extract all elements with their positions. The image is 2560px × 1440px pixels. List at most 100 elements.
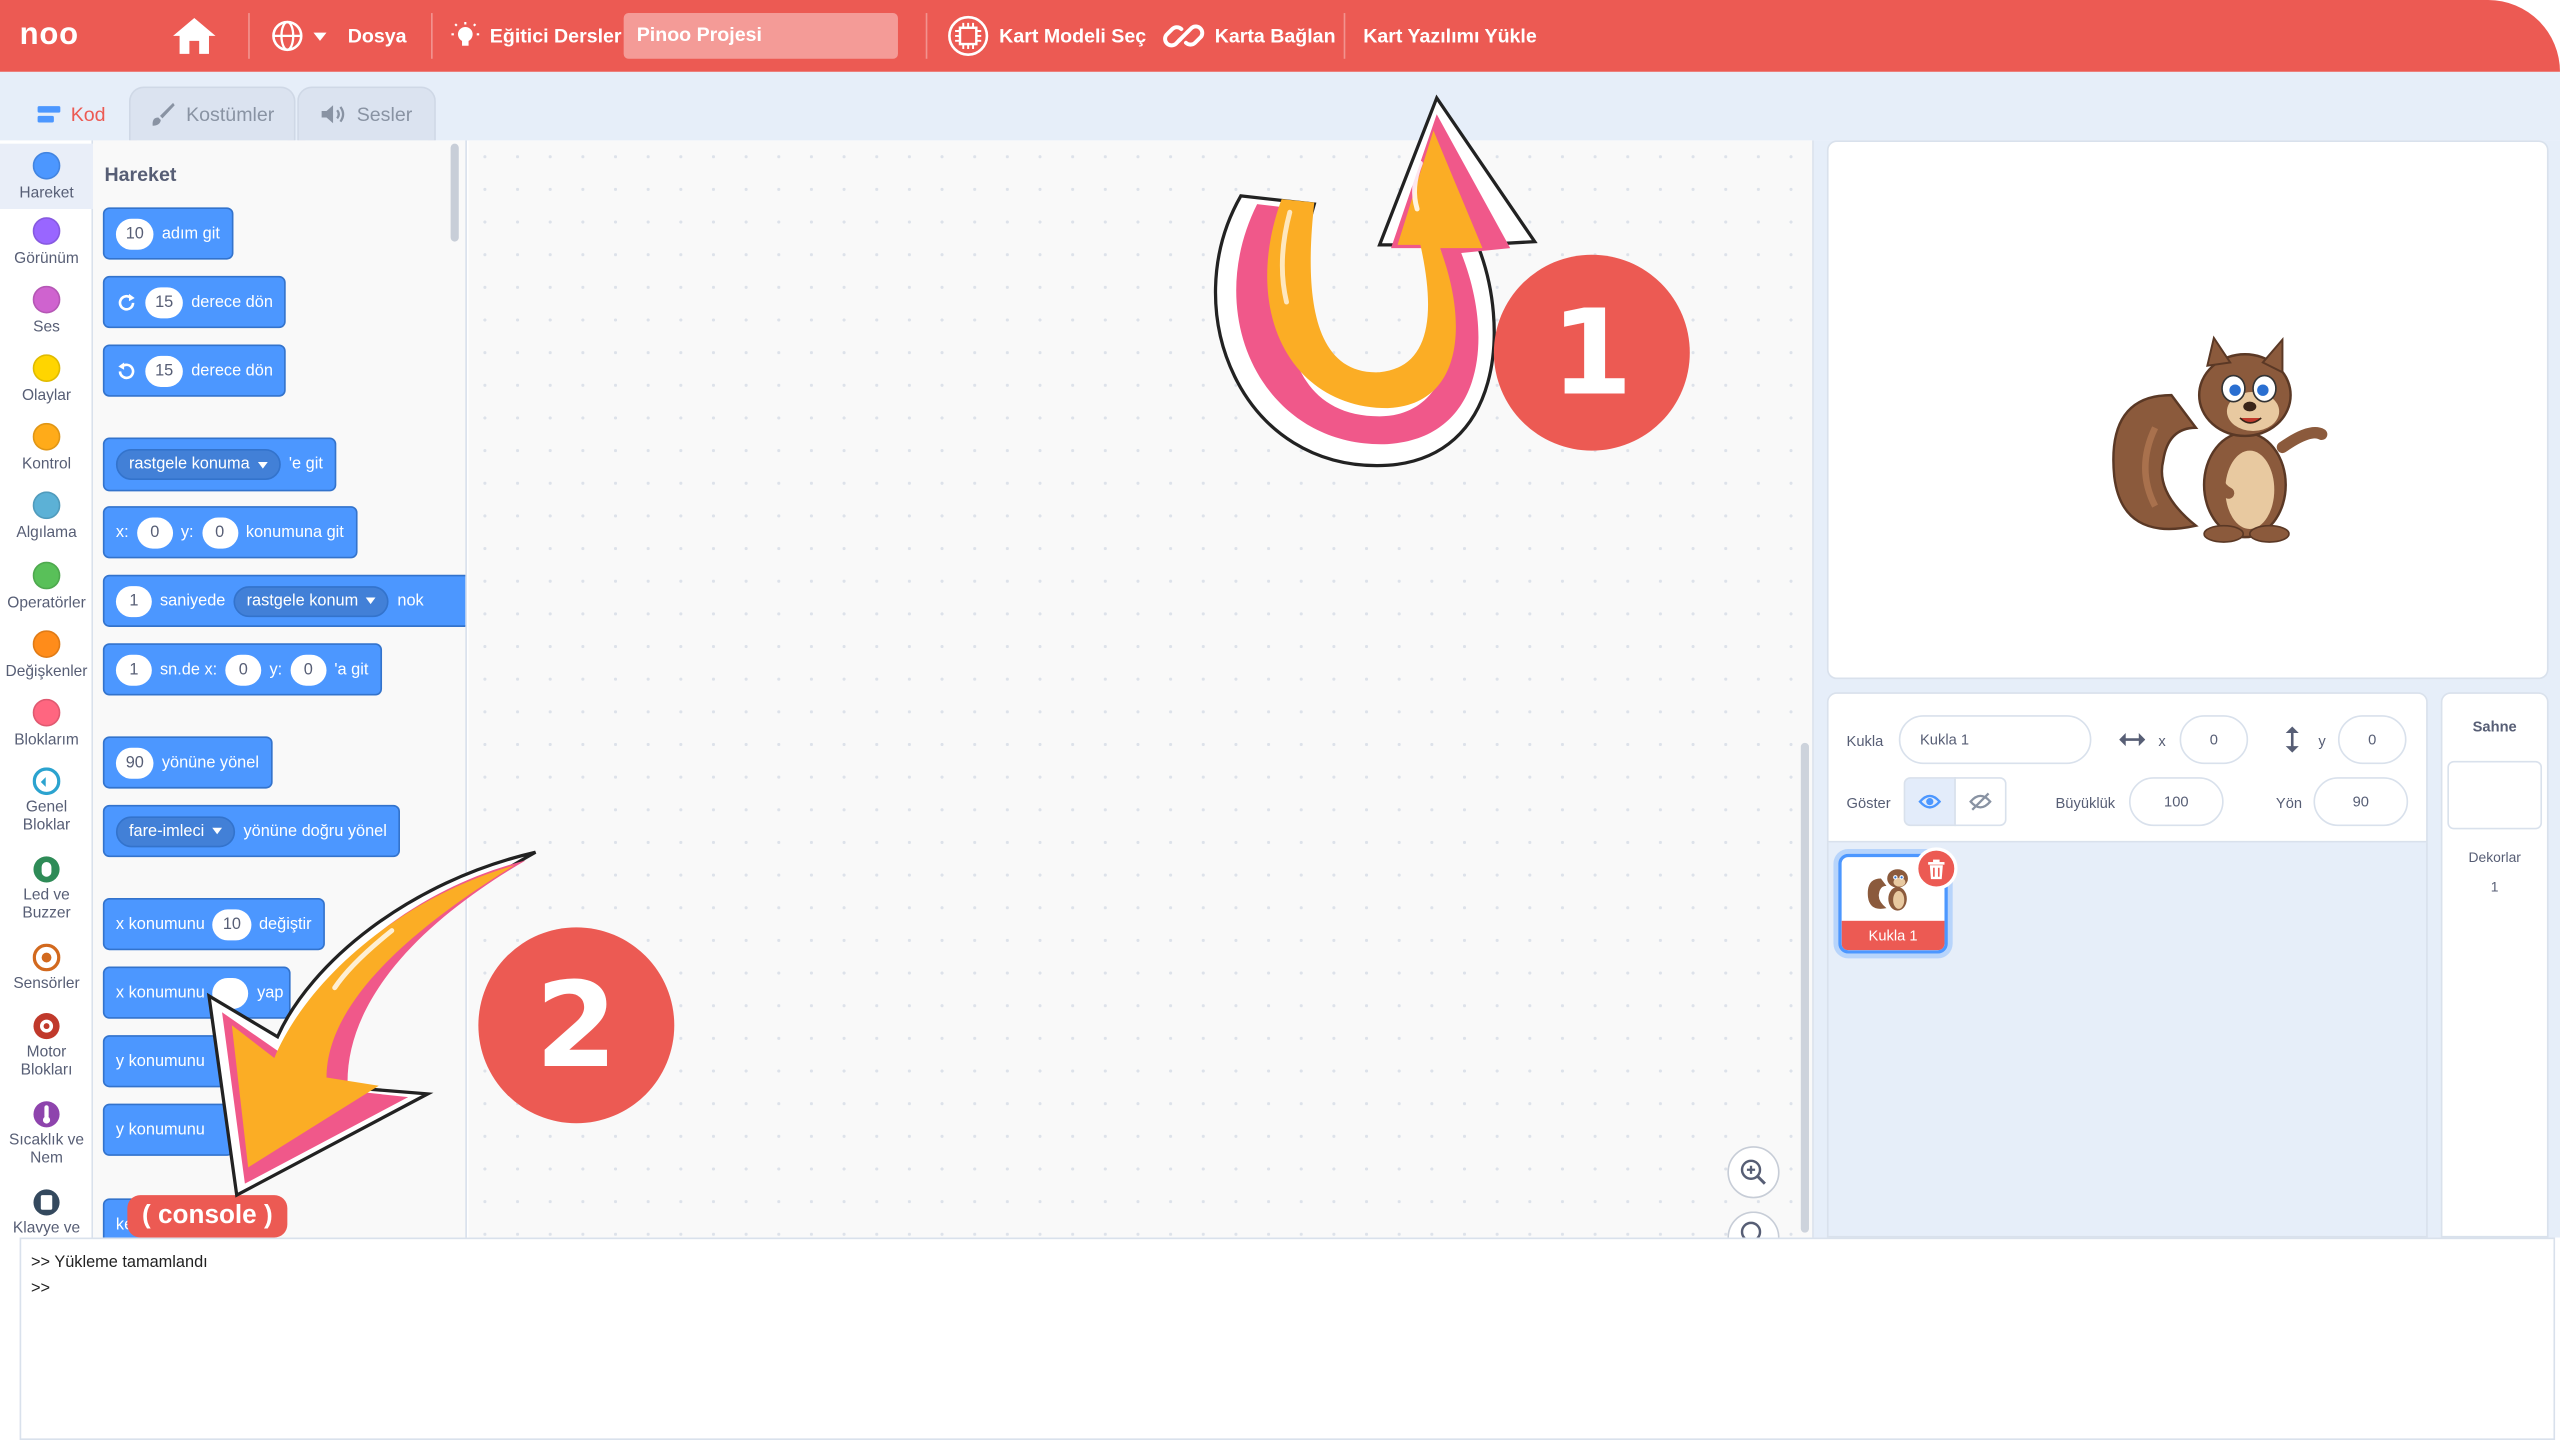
squirrel-thumbnail-icon — [1867, 869, 1908, 911]
block-text: nok — [397, 591, 424, 610]
workspace-scrollbar[interactable] — [1800, 742, 1809, 1233]
sprite-thumbnail-name: Kukla 1 — [1841, 920, 1945, 951]
block-dropdown[interactable]: rastgele konum — [233, 585, 390, 617]
block-goto[interactable]: rastgele konuma 'e git — [102, 437, 336, 492]
block-input[interactable]: 15 — [145, 355, 184, 387]
category-events[interactable]: Olaylar — [0, 354, 93, 405]
category-label: Led ve Buzzer — [22, 886, 71, 923]
category-control[interactable]: Kontrol — [0, 422, 93, 474]
x-input[interactable]: 0 — [2179, 715, 2249, 765]
block-set-x[interactable]: x konumunu yap — [102, 966, 291, 1019]
chevron-down-icon — [257, 461, 268, 468]
squirrel-sprite[interactable] — [2106, 330, 2351, 575]
direction-input[interactable]: 90 — [2313, 777, 2409, 827]
tab-costumes[interactable]: Kostümler — [128, 86, 296, 141]
category-led-buzzer[interactable]: Led ve Buzzer — [0, 856, 93, 923]
category-general-blocks[interactable]: Genel Bloklar — [0, 767, 93, 834]
block-text: y: — [180, 523, 194, 542]
category-motion[interactable]: Hareket — [0, 143, 94, 209]
block-change-x[interactable]: x konumunu 10 değiştir — [102, 897, 325, 951]
category-sensors[interactable]: Sensörler — [0, 943, 93, 993]
block-input[interactable]: 0 — [201, 516, 238, 548]
file-menu[interactable]: Dosya — [348, 0, 407, 72]
y-label: y — [2318, 733, 2326, 750]
block-turn-left[interactable]: 15 derece dön — [102, 344, 286, 397]
eye-icon — [1918, 794, 1942, 809]
block-glide[interactable]: 1 saniyede rastgele konum nok — [102, 574, 466, 627]
vertical-arrows-icon — [2285, 726, 2299, 753]
category-sensing[interactable]: Algılama — [0, 491, 93, 542]
block-input[interactable]: 1 — [115, 653, 152, 685]
sprite-label: Kukla — [1846, 733, 1884, 750]
connect-board-button[interactable]: Karta Bağlan — [1162, 0, 1336, 72]
direction-label: Yön — [2275, 795, 2303, 812]
general-blocks-icon — [32, 767, 61, 796]
hide-button[interactable] — [1954, 777, 2007, 827]
home-button[interactable] — [170, 0, 219, 72]
category-label: Kontrol — [21, 455, 72, 474]
size-input[interactable]: 100 — [2128, 777, 2224, 827]
sprite-name-input[interactable]: Kukla 1 — [1898, 715, 2092, 765]
category-label: Bloklarım — [14, 731, 79, 750]
tab-sounds[interactable]: Sesler — [297, 86, 436, 141]
category-label: Görünüm — [14, 249, 79, 268]
block-input[interactable] — [213, 977, 249, 1009]
tutorials-button[interactable]: Eğitici Dersler — [451, 0, 622, 72]
eye-off-icon — [1969, 792, 1992, 811]
upload-firmware-button[interactable]: Kart Yazılımı Yükle — [1363, 0, 1537, 72]
category-label: Genel Bloklar — [22, 798, 71, 835]
block-input[interactable]: 10 — [213, 908, 251, 940]
block-text: saniyede — [159, 591, 226, 610]
block-text: yap — [257, 983, 284, 1002]
block-input[interactable]: 0 — [136, 516, 173, 548]
category-sound[interactable]: Ses — [0, 285, 93, 337]
block-move-steps[interactable]: 10 adım git — [102, 207, 233, 260]
led-icon — [33, 856, 60, 883]
category-operators[interactable]: Operatörler — [0, 561, 93, 612]
block-input[interactable]: 10 — [115, 217, 154, 249]
block-glide-xy[interactable]: 1 sn.de x: 0 y: 0 'a git — [102, 643, 382, 696]
block-text: derece dön — [191, 293, 273, 312]
select-board-button[interactable]: Kart Modeli Seç — [947, 0, 1146, 72]
category-variables[interactable]: Değişkenler — [0, 630, 93, 681]
dropdown-value: fare-imleci — [128, 822, 205, 840]
y-input[interactable]: 0 — [2337, 715, 2407, 765]
block-dropdown[interactable]: rastgele konuma — [115, 448, 281, 480]
zoom-in-button[interactable] — [1727, 1146, 1780, 1199]
block-set-y[interactable]: y konumunu — [102, 1103, 234, 1156]
tab-code[interactable]: Kod — [16, 86, 128, 141]
category-label: Değişkenler — [5, 662, 88, 681]
block-text: derece dön — [191, 361, 273, 380]
stage-selector[interactable]: Sahne Dekorlar 1 — [2440, 692, 2549, 1238]
block-input[interactable]: 90 — [115, 746, 154, 778]
block-point-direction[interactable]: 90 yönüne yönel — [102, 736, 273, 789]
thermometer-icon — [33, 1101, 60, 1128]
block-goto-xy[interactable]: x: 0 y: 0 konumuna git — [102, 506, 357, 559]
category-motor[interactable]: Motor Blokları — [0, 1012, 93, 1079]
palette-scrollbar[interactable] — [450, 143, 459, 242]
category-keyboard[interactable]: Klavye ve — [0, 1189, 93, 1238]
block-dropdown[interactable]: fare-imleci — [115, 815, 236, 847]
delete-sprite-button[interactable] — [1915, 847, 1958, 890]
category-myblocks[interactable]: Bloklarım — [0, 698, 93, 750]
category-label: Ses — [33, 318, 60, 337]
console-output[interactable]: >> Yükleme tamamlandı >> — [19, 1237, 2556, 1440]
block-input[interactable]: 1 — [115, 585, 152, 617]
category-looks[interactable]: Görünüm — [0, 217, 93, 268]
block-change-y[interactable]: y konumunu — [102, 1035, 234, 1088]
app-logo[interactable]: noo — [20, 18, 79, 54]
project-name-input[interactable]: Pinoo Projesi — [623, 13, 898, 59]
show-button[interactable] — [1903, 777, 1956, 827]
block-point-towards[interactable]: fare-imleci yönüne doğru yönel — [102, 804, 400, 858]
category-temperature[interactable]: Sıcaklık ve Nem — [0, 1100, 93, 1167]
backdrop-thumbnail[interactable] — [2447, 760, 2543, 830]
sprite-info-panel: Kukla Kukla 1 x 0 y 0 Göster Büyüklük 10… — [1826, 692, 2428, 843]
block-input[interactable]: 0 — [290, 653, 327, 685]
block-input[interactable]: 0 — [225, 653, 262, 685]
block-input[interactable]: 15 — [145, 286, 184, 318]
stage-canvas[interactable] — [1826, 140, 2549, 680]
block-turn-right[interactable]: 15 derece dön — [102, 275, 286, 329]
lightbulb-icon — [451, 22, 480, 46]
language-button[interactable] — [271, 0, 327, 72]
block-text: x: — [115, 523, 129, 542]
